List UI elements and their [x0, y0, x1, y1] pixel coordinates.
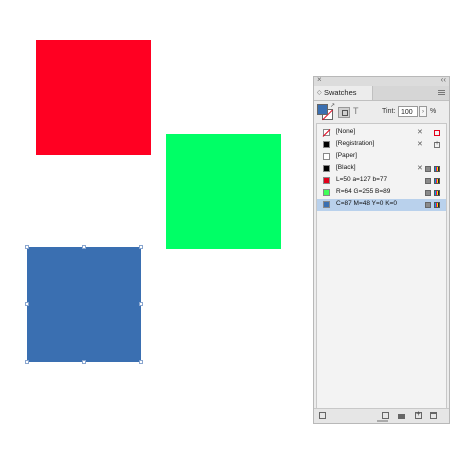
- tint-input[interactable]: 100: [398, 106, 418, 117]
- tint-unit: %: [430, 108, 437, 115]
- swatch-row-rgb[interactable]: R=64 G=255 B=89: [317, 187, 446, 199]
- selection-handle[interactable]: [139, 302, 143, 306]
- swatch-row-registration[interactable]: [Registration] ✕: [317, 139, 446, 151]
- swatch-label: [None]: [336, 128, 356, 135]
- red-square[interactable]: [36, 40, 151, 155]
- swatch-row-black[interactable]: [Black] ✕: [317, 163, 446, 175]
- swatch-label: L=50 a=127 b=77: [336, 176, 388, 183]
- selection-handle[interactable]: [25, 245, 29, 249]
- swatch-list: [None] ✕ [Registration] ✕ [Paper] [Black…: [316, 123, 447, 413]
- registration-icon: [434, 140, 440, 148]
- selection-handle[interactable]: [25, 360, 29, 364]
- delete-swatch-icon[interactable]: [430, 412, 437, 419]
- swatch-chip: [323, 189, 330, 196]
- swatch-chip: [323, 177, 330, 184]
- tab-swatches[interactable]: ◇ Swatches: [314, 86, 373, 100]
- swatch-label: C=87 M=48 Y=0 K=0: [336, 200, 397, 207]
- process-icon: [425, 202, 431, 208]
- swatch-chip: [323, 129, 330, 136]
- panel-menu-icon[interactable]: [438, 90, 445, 91]
- process-icon: [425, 178, 431, 184]
- swatch-chip: [323, 201, 330, 208]
- cmyk-icon: [434, 202, 440, 208]
- none-icon: [434, 130, 440, 136]
- format-text-icon[interactable]: T: [353, 106, 359, 116]
- swatch-controls: ↗ T Tint: 100 › %: [314, 101, 449, 125]
- panel-tab-row: ◇ Swatches: [314, 86, 449, 101]
- no-edit-icon: ✕: [417, 129, 423, 136]
- green-square[interactable]: [166, 134, 281, 249]
- swatch-label: [Paper]: [336, 152, 357, 159]
- process-icon: [425, 166, 431, 172]
- selection-handle[interactable]: [82, 245, 86, 249]
- no-edit-icon: ✕: [417, 165, 423, 172]
- selection-handle[interactable]: [139, 360, 143, 364]
- swatch-row-cmyk[interactable]: C=87 M=48 Y=0 K=0: [317, 199, 446, 211]
- process-icon: [425, 190, 431, 196]
- resize-grip[interactable]: [377, 420, 388, 422]
- selection-handle[interactable]: [139, 245, 143, 249]
- cmyk-icon: [434, 166, 440, 172]
- swatch-chip: [323, 165, 330, 172]
- panel-bottom-bar: [314, 408, 449, 423]
- swatch-row-lab[interactable]: L=50 a=127 b=77: [317, 175, 446, 187]
- selection-handle[interactable]: [25, 302, 29, 306]
- tab-swatches-label: Swatches: [324, 88, 357, 97]
- tint-stepper[interactable]: ›: [419, 106, 427, 117]
- tint-label: Tint:: [382, 108, 396, 115]
- no-edit-icon: ✕: [417, 141, 423, 148]
- blue-square[interactable]: [27, 247, 141, 362]
- close-icon[interactable]: ×: [317, 75, 322, 84]
- swatch-chip: [323, 153, 330, 160]
- collapse-icon[interactable]: ‹‹: [441, 75, 446, 84]
- swatch-row-none[interactable]: [None] ✕: [317, 127, 446, 139]
- tab-expand-icon[interactable]: ◇: [317, 89, 322, 96]
- swatch-label: [Black]: [336, 164, 356, 171]
- swatch-chip: [323, 141, 330, 148]
- swatch-label: R=64 G=255 B=89: [336, 188, 391, 195]
- rgb-icon: [434, 190, 440, 196]
- swap-icon[interactable]: ↗: [330, 102, 335, 109]
- new-color-group-icon[interactable]: [398, 414, 405, 419]
- new-swatch-icon[interactable]: [415, 409, 422, 419]
- lab-icon: [434, 178, 440, 184]
- swatch-label: [Registration]: [336, 140, 375, 147]
- swatches-panel: × ‹‹ ◇ Swatches ↗ T Tint: 100 › % [None]…: [313, 75, 450, 424]
- format-container-button[interactable]: [338, 107, 350, 118]
- show-all-swatches-icon[interactable]: [319, 412, 326, 419]
- swatch-row-paper[interactable]: [Paper]: [317, 151, 446, 163]
- fill-box[interactable]: [317, 104, 328, 115]
- selection-handle[interactable]: [82, 360, 86, 364]
- swatch-views-icon[interactable]: [382, 412, 389, 419]
